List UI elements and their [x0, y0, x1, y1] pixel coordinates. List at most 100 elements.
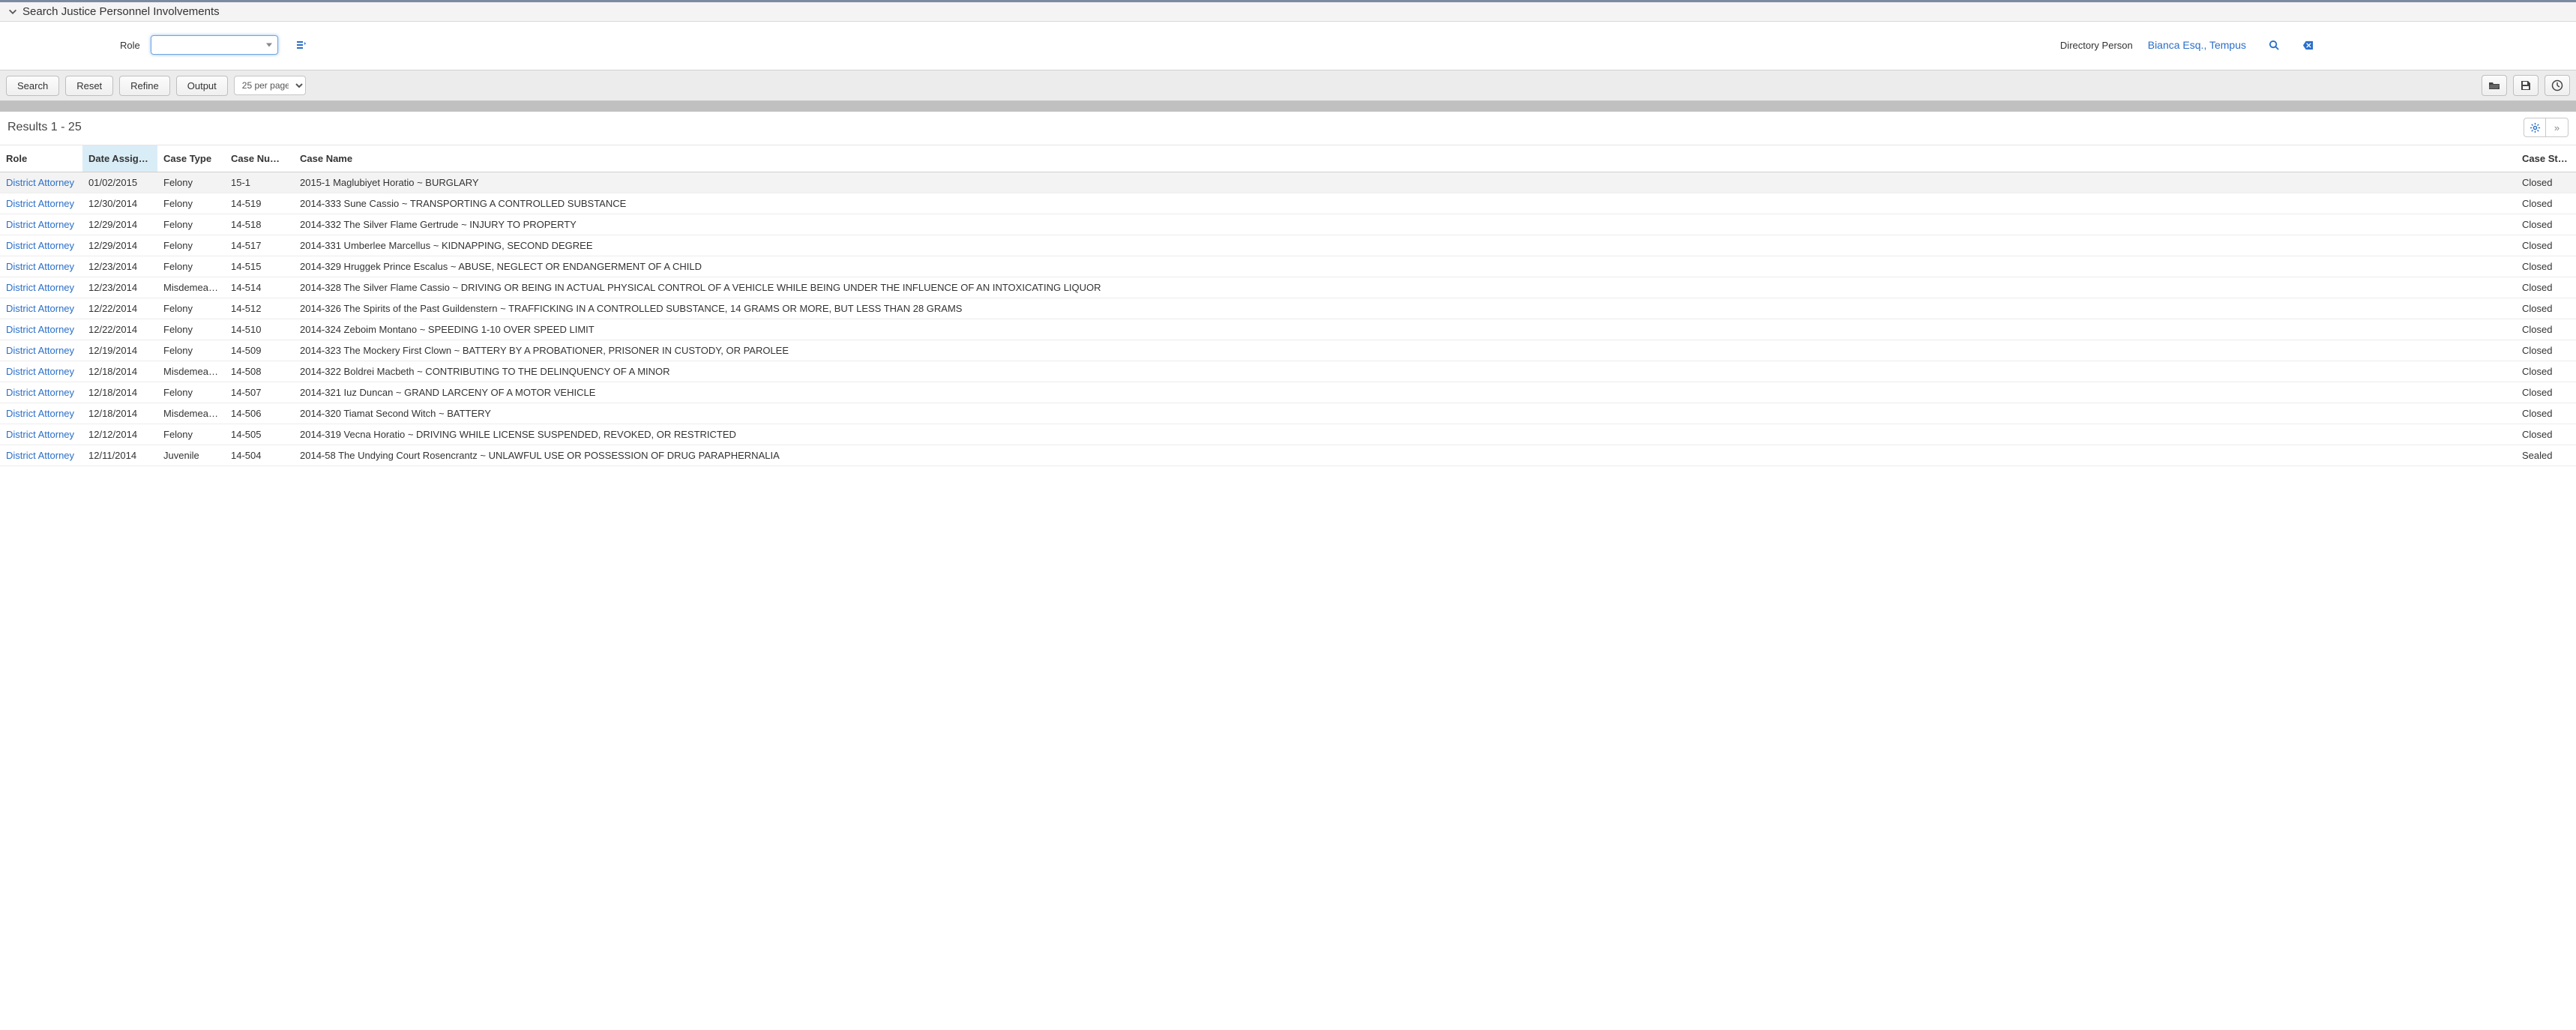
per-page-select[interactable]: 25 per page	[234, 76, 306, 95]
cell-status: Closed	[2516, 193, 2576, 214]
cell-name: 2014-326 The Spirits of the Past Guilden…	[294, 298, 2516, 319]
action-toolbar: Search Reset Refine Output 25 per page	[0, 70, 2576, 101]
role-select[interactable]	[151, 35, 278, 55]
cell-status: Closed	[2516, 403, 2576, 424]
cell-date: 12/22/2014	[82, 298, 157, 319]
cell-name: 2014-322 Boldrei Macbeth ~ CONTRIBUTING …	[294, 361, 2516, 382]
search-icon[interactable]	[2269, 40, 2280, 51]
cell-role[interactable]: District Attorney	[0, 172, 82, 193]
col-case-status[interactable]: Case Status	[2516, 145, 2576, 172]
col-date-assigned[interactable]: Date Assigned	[82, 145, 157, 172]
panel-header: Search Justice Personnel Involvements	[0, 0, 2576, 22]
table-row[interactable]: District Attorney12/23/2014Felony14-5152…	[0, 256, 2576, 277]
refine-button[interactable]: Refine	[119, 76, 170, 96]
cell-date: 12/19/2014	[82, 340, 157, 361]
cell-role[interactable]: District Attorney	[0, 298, 82, 319]
table-row[interactable]: District Attorney12/19/2014Felony14-5092…	[0, 340, 2576, 361]
cell-role[interactable]: District Attorney	[0, 319, 82, 340]
table-row[interactable]: District Attorney12/11/2014Juvenile14-50…	[0, 445, 2576, 466]
cell-num: 14-517	[225, 235, 294, 256]
cell-date: 12/11/2014	[82, 445, 157, 466]
cell-name: 2014-333 Sune Cassio ~ TRANSPORTING A CO…	[294, 193, 2516, 214]
cell-num: 15-1	[225, 172, 294, 193]
cell-role[interactable]: District Attorney	[0, 424, 82, 445]
save-icon[interactable]	[2513, 75, 2539, 96]
cell-name: 2014-320 Tiamat Second Witch ~ BATTERY	[294, 403, 2516, 424]
cell-role[interactable]: District Attorney	[0, 382, 82, 403]
cell-date: 12/29/2014	[82, 235, 157, 256]
cell-role[interactable]: District Attorney	[0, 235, 82, 256]
directory-person-value[interactable]: Bianca Esq., Tempus	[2148, 39, 2246, 51]
cell-name: 2014-328 The Silver Flame Cassio ~ DRIVI…	[294, 277, 2516, 298]
cell-name: 2014-323 The Mockery First Clown ~ BATTE…	[294, 340, 2516, 361]
cell-status: Closed	[2516, 319, 2576, 340]
cell-role[interactable]: District Attorney	[0, 340, 82, 361]
table-row[interactable]: District Attorney12/30/2014Felony14-5192…	[0, 193, 2576, 214]
cell-num: 14-505	[225, 424, 294, 445]
cell-date: 12/23/2014	[82, 256, 157, 277]
cell-type: Felony	[157, 214, 225, 235]
col-case-type[interactable]: Case Type	[157, 145, 225, 172]
table-header-row: Role Date Assigned Case Type Case Number…	[0, 145, 2576, 172]
cell-type: Felony	[157, 298, 225, 319]
search-button[interactable]: Search	[6, 76, 59, 96]
cell-status: Closed	[2516, 277, 2576, 298]
table-row[interactable]: District Attorney12/29/2014Felony14-5172…	[0, 235, 2576, 256]
gear-icon[interactable]	[2524, 118, 2546, 137]
cell-name: 2014-324 Zeboim Montano ~ SPEEDING 1-10 …	[294, 319, 2516, 340]
table-row[interactable]: District Attorney12/12/2014Felony14-5052…	[0, 424, 2576, 445]
collapse-icon[interactable]	[7, 6, 18, 17]
table-row[interactable]: District Attorney12/22/2014Felony14-5122…	[0, 298, 2576, 319]
cell-role[interactable]: District Attorney	[0, 193, 82, 214]
directory-person-label: Directory Person	[2060, 40, 2133, 51]
cell-status: Closed	[2516, 172, 2576, 193]
cell-date: 12/18/2014	[82, 382, 157, 403]
cell-num: 14-508	[225, 361, 294, 382]
table-row[interactable]: District Attorney12/18/2014Misdemeanor14…	[0, 361, 2576, 382]
cell-role[interactable]: District Attorney	[0, 277, 82, 298]
separator	[0, 101, 2576, 112]
expand-icon[interactable]: »	[2546, 118, 2569, 137]
role-options-icon[interactable]	[296, 39, 308, 51]
col-case-number[interactable]: Case Number	[225, 145, 294, 172]
cell-num: 14-506	[225, 403, 294, 424]
table-row[interactable]: District Attorney12/18/2014Misdemeanor14…	[0, 403, 2576, 424]
cell-date: 12/18/2014	[82, 361, 157, 382]
role-group: Role	[120, 35, 308, 55]
search-form: Role Directory Person Bianca Esq., Tempu…	[0, 22, 2576, 70]
cell-type: Misdemeanor	[157, 277, 225, 298]
cell-type: Felony	[157, 382, 225, 403]
cell-status: Closed	[2516, 382, 2576, 403]
cell-role[interactable]: District Attorney	[0, 214, 82, 235]
cell-name: 2014-332 The Silver Flame Gertrude ~ INJ…	[294, 214, 2516, 235]
table-row[interactable]: District Attorney01/02/2015Felony15-1201…	[0, 172, 2576, 193]
cell-num: 14-510	[225, 319, 294, 340]
cell-role[interactable]: District Attorney	[0, 403, 82, 424]
history-icon[interactable]	[2545, 75, 2570, 96]
results-count: Results 1 - 25	[7, 121, 82, 134]
cell-name: 2014-319 Vecna Horatio ~ DRIVING WHILE L…	[294, 424, 2516, 445]
cell-role[interactable]: District Attorney	[0, 256, 82, 277]
table-row[interactable]: District Attorney12/23/2014Misdemeanor14…	[0, 277, 2576, 298]
directory-person-group: Directory Person Bianca Esq., Tempus	[2060, 39, 2314, 51]
toolbar-right	[2482, 75, 2570, 96]
table-row[interactable]: District Attorney12/22/2014Felony14-5102…	[0, 319, 2576, 340]
cell-type: Felony	[157, 340, 225, 361]
reset-button[interactable]: Reset	[65, 76, 113, 96]
table-row[interactable]: District Attorney12/29/2014Felony14-5182…	[0, 214, 2576, 235]
table-row[interactable]: District Attorney12/18/2014Felony14-5072…	[0, 382, 2576, 403]
cell-type: Felony	[157, 172, 225, 193]
cell-role[interactable]: District Attorney	[0, 361, 82, 382]
cell-date: 12/12/2014	[82, 424, 157, 445]
cell-type: Misdemeanor	[157, 403, 225, 424]
col-case-name[interactable]: Case Name	[294, 145, 2516, 172]
cell-status: Closed	[2516, 361, 2576, 382]
cell-num: 14-514	[225, 277, 294, 298]
folder-open-icon[interactable]	[2482, 75, 2507, 96]
output-button[interactable]: Output	[176, 76, 228, 96]
col-role[interactable]: Role	[0, 145, 82, 172]
clear-icon[interactable]	[2302, 40, 2314, 51]
cell-role[interactable]: District Attorney	[0, 445, 82, 466]
cell-type: Felony	[157, 256, 225, 277]
cell-type: Juvenile	[157, 445, 225, 466]
